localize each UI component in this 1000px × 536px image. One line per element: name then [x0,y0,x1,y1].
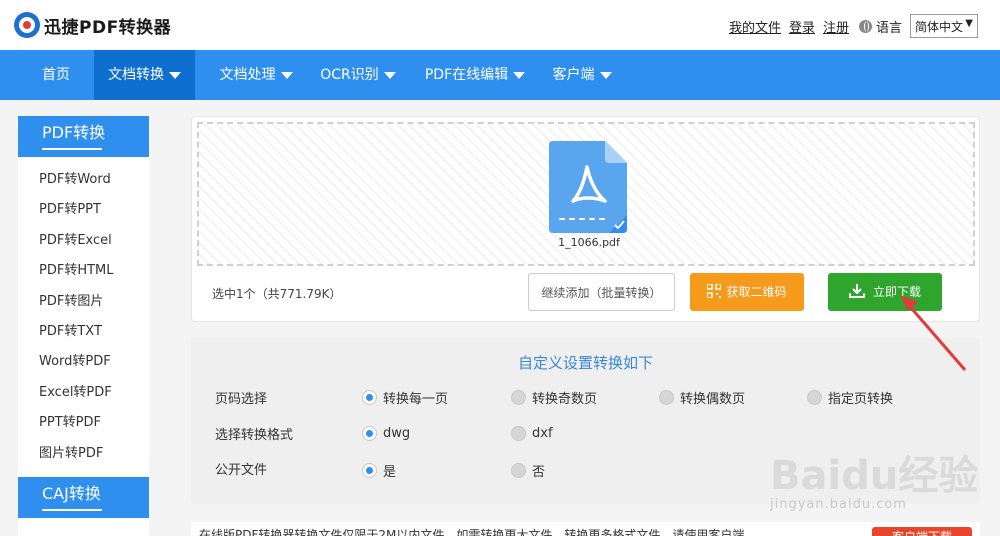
nav-item-label: 文档处理 [219,67,276,83]
download-button[interactable]: 立即下载 [828,273,942,311]
sidebar-item-pdf-to-ppt[interactable]: PDF转PPT [18,195,149,225]
register-link[interactable]: 注册 [823,17,849,36]
radio-specified-pages[interactable]: 指定页转换 [807,388,893,407]
radio-label: 转换偶数页 [680,392,746,407]
qr-button-label: 获取二维码 [726,285,787,299]
radio-public-yes[interactable]: 是 [362,461,396,480]
selection-summary: 选中1个（共771.79K） [212,287,342,301]
sidebar-item-pdf-to-word[interactable]: PDF转Word [18,165,149,195]
nav-item-label: OCR识别 [320,67,379,83]
nav-item-ocr[interactable]: OCR识别 [310,50,406,100]
caret-down-icon [599,71,612,79]
caret-down-icon [513,71,526,79]
page-select-label: 页码选择 [215,392,268,407]
caret-down-icon [169,71,181,79]
radio-label: dwg [383,426,411,441]
upload-panel: 1_1066.pdf 选中1个（共771.79K） 继续添加（批量转换） 获取二… [191,116,980,322]
caret-down-icon [280,71,293,79]
radio-circle [511,426,526,441]
radio-label: 否 [532,465,546,480]
top-links: 我的文件 登录 注册 语言 简体中文 ▼ [729,14,978,38]
radio-label: 指定页转换 [828,392,894,407]
radio-public-no[interactable]: 否 [511,461,545,480]
sidebar-item-image-to-pdf[interactable]: 图片转PDF [18,439,149,469]
nav-item-doc-process[interactable]: 文档处理 [207,50,305,100]
nav-item-label: 客户端 [552,67,595,83]
radio-label: 转换每一页 [383,392,449,407]
sidebar-section-pdf-convert: PDF转换 [18,116,149,157]
language-select[interactable]: 简体中文 ▼ [910,14,978,38]
radio-circle [362,390,377,405]
file-dropzone[interactable]: 1_1066.pdf [197,122,975,266]
nav-item-label: 首页 [42,67,70,83]
language-label: 语言 [875,20,902,36]
radio-label: dxf [532,426,553,441]
radio-format-dxf[interactable]: dxf [511,426,553,441]
pdf-file-icon[interactable] [549,141,627,233]
sidebar-item-pdf-to-excel[interactable]: PDF转Excel [18,226,149,256]
conversion-settings: 自定义设置转换如下 页码选择 转换每一页 转换奇数页 转换偶数页 指定页转换 选… [191,338,980,504]
public-file-label: 公开文件 [215,463,268,478]
logo-icon [14,12,40,38]
section-underline [42,148,102,150]
format-select-label: 选择转换格式 [215,428,294,443]
nav-item-label: 文档转换 [108,67,164,83]
top-header: 迅捷PDF转换器 我的文件 登录 注册 语言 简体中文 ▼ [0,0,1000,50]
sidebar-section-title: PDF转换 [42,123,106,142]
sidebar-item-excel-to-pdf[interactable]: Excel转PDF [18,378,149,408]
sidebar-item-pdf-to-txt[interactable]: PDF转TXT [18,317,149,347]
sidebar-item-ppt-to-pdf[interactable]: PPT转PDF [18,408,149,438]
settings-title: 自定义设置转换如下 [517,354,653,372]
nav-item-pdf-edit[interactable]: PDF在线编辑 [416,50,534,100]
dropdown-arrow-icon: ▼ [965,18,973,29]
globe-icon [858,19,872,33]
radio-circle [511,463,526,478]
radio-circle [807,390,822,405]
sidebar-section-title: CAJ转换 [42,484,101,503]
language-select-value: 简体中文 [915,20,964,34]
get-qrcode-button[interactable]: 获取二维码 [690,273,804,311]
app-logo[interactable]: 迅捷PDF转换器 [14,11,171,39]
radio-label: 是 [383,465,397,480]
main-nav: 首页 文档转换 文档处理 OCR识别 PDF在线编辑 客户端 [0,50,1000,100]
sidebar-list: PDF转Word PDF转PPT PDF转Excel PDF转HTML PDF转… [18,157,149,469]
radio-circle [362,426,377,441]
add-more-button[interactable]: 继续添加（批量转换） [528,273,675,311]
nav-item-client[interactable]: 客户端 [543,50,621,100]
sidebar: PDF转换 PDF转Word PDF转PPT PDF转Excel PDF转HTM… [18,116,149,536]
section-underline [42,509,102,511]
download-icon [848,284,865,298]
bottom-notice-text: 在线版PDF转换器转换文件仅限于2M以内文件，如需转换更大文件、转换更多格式文件… [199,528,745,536]
my-files-link[interactable]: 我的文件 [729,17,781,36]
radio-even-pages[interactable]: 转换偶数页 [659,388,745,407]
radio-all-pages[interactable]: 转换每一页 [362,388,448,407]
sidebar-section-caj-convert[interactable]: CAJ转换 [18,477,149,518]
radio-format-dwg[interactable]: dwg [362,426,410,441]
nav-item-doc-convert[interactable]: 文档转换 [94,50,195,100]
qrcode-icon [707,284,722,298]
file-name: 1_1066.pdf [558,236,620,249]
caret-down-icon [383,71,396,79]
radio-circle [362,463,377,478]
download-button-label: 立即下载 [872,285,921,299]
radio-circle [511,390,526,405]
sidebar-item-word-to-pdf[interactable]: Word转PDF [18,347,149,377]
bottom-notice: 在线版PDF转换器转换文件仅限于2M以内文件，如需转换更大文件、转换更多格式文件… [191,522,980,536]
radio-label: 转换奇数页 [532,392,598,407]
radio-circle [659,390,674,405]
nav-item-label: PDF在线编辑 [424,67,509,83]
sidebar-item-pdf-to-html[interactable]: PDF转HTML [18,256,149,286]
logo-text: 迅捷PDF转换器 [44,17,172,38]
nav-item-home[interactable]: 首页 [14,50,98,100]
radio-odd-pages[interactable]: 转换奇数页 [511,388,597,407]
sidebar-item-pdf-to-image[interactable]: PDF转图片 [18,287,149,317]
login-link[interactable]: 登录 [789,17,815,36]
client-download-button[interactable]: 客户端下载 [872,527,972,536]
